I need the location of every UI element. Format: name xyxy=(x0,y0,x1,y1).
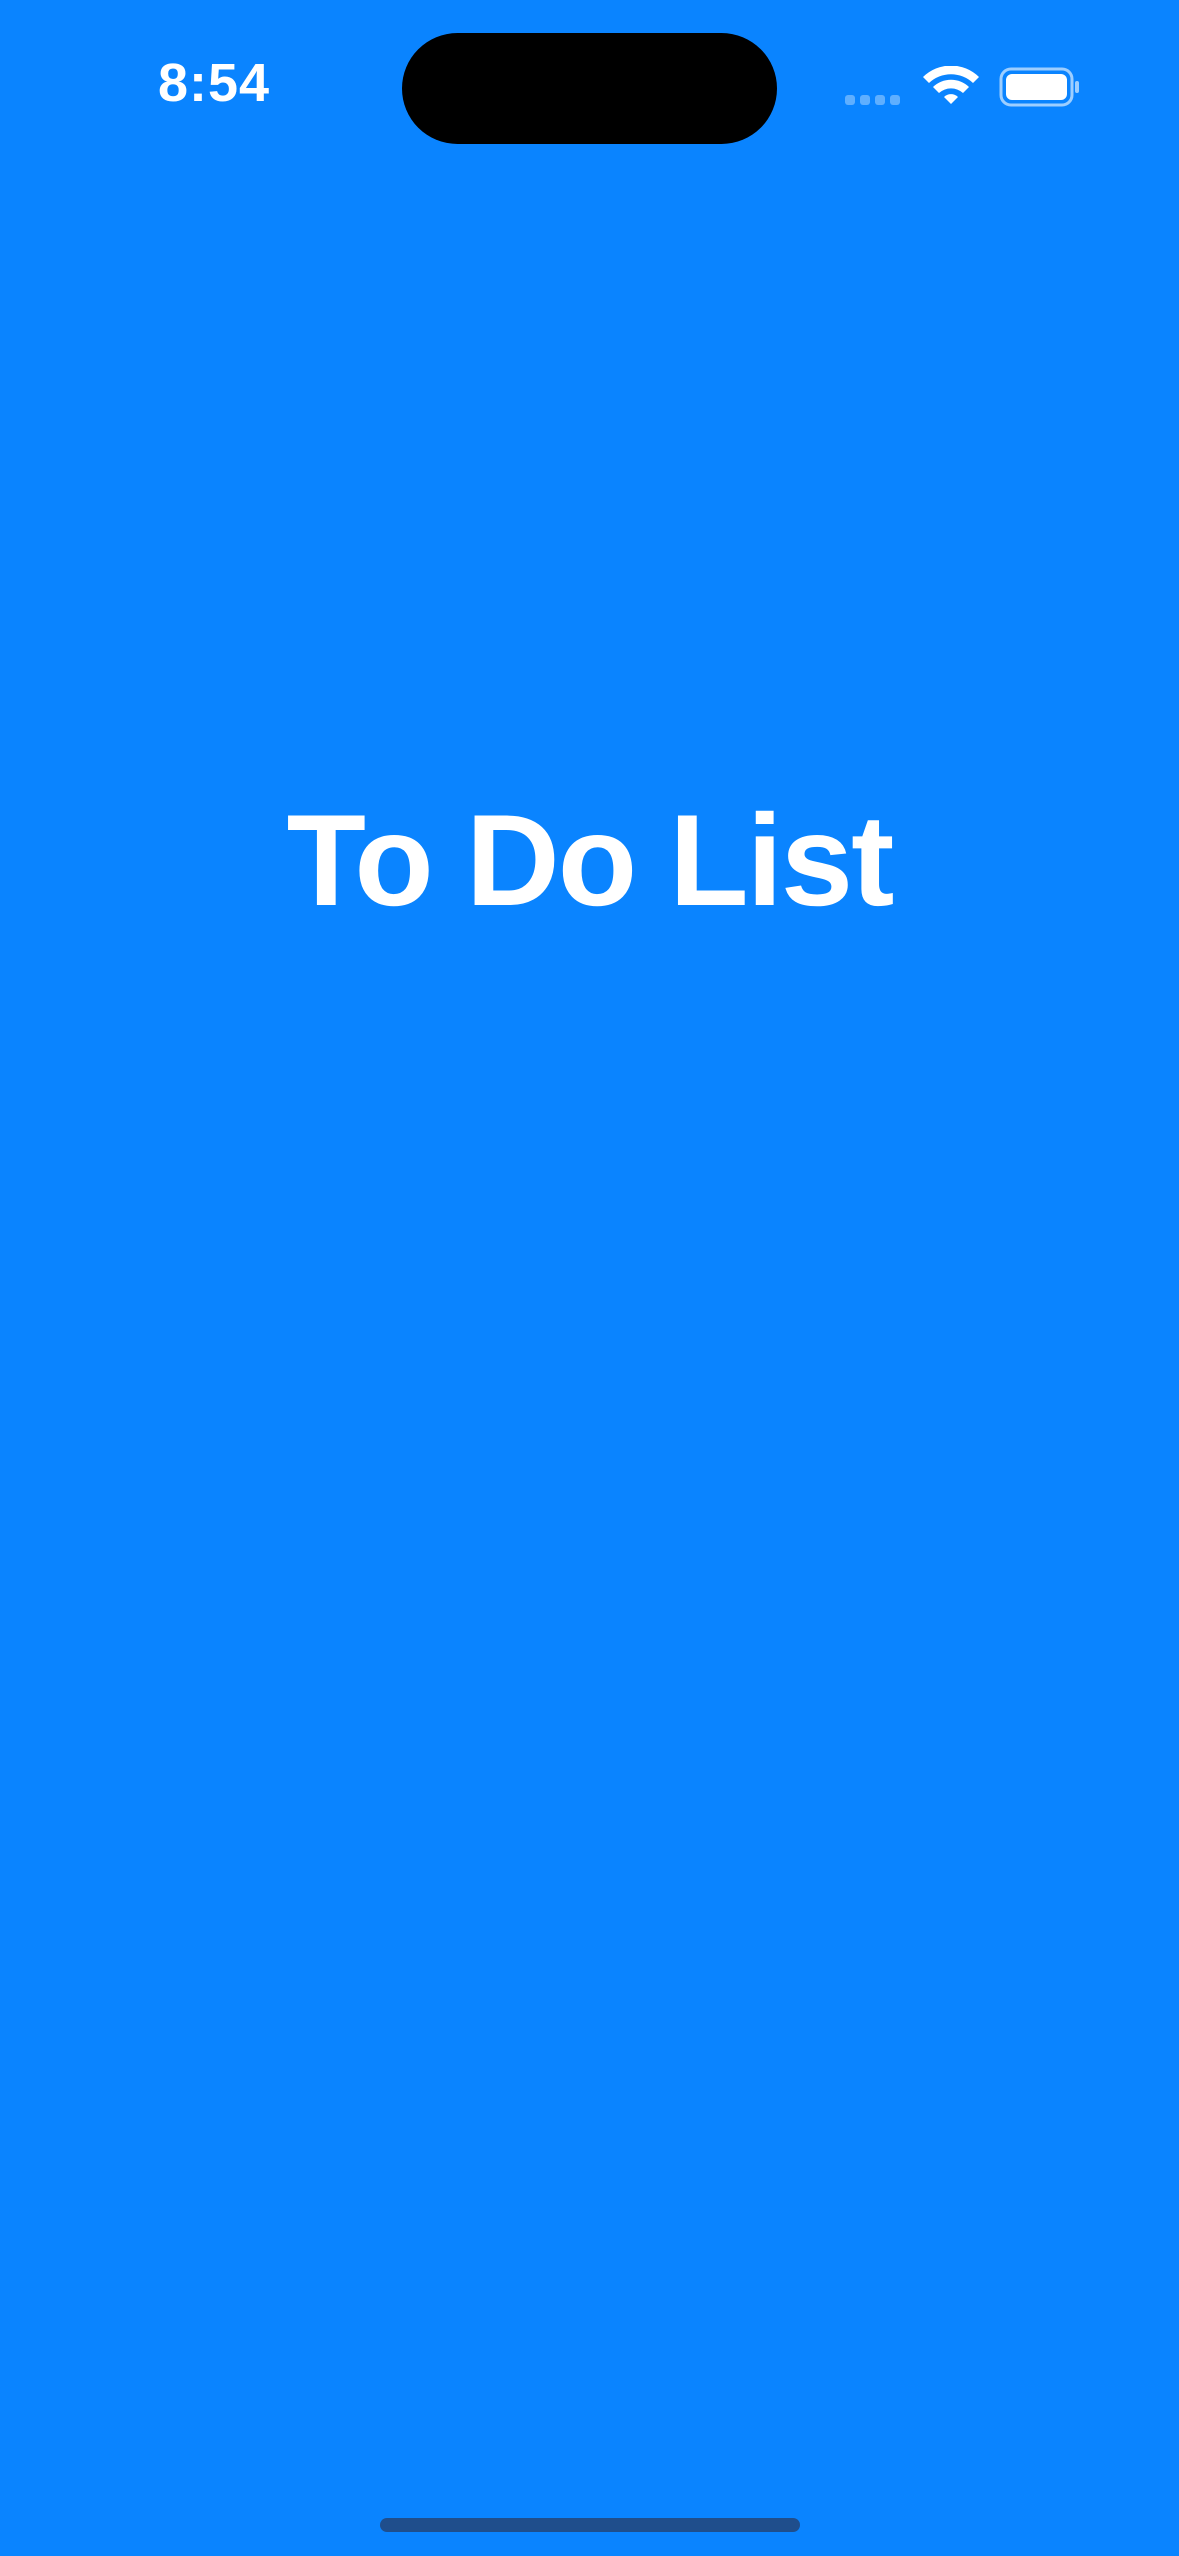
battery-icon xyxy=(999,67,1079,107)
cellular-signal-icon xyxy=(845,95,905,107)
signal-bar xyxy=(845,95,855,105)
dynamic-island xyxy=(402,33,777,144)
wifi-icon xyxy=(923,66,979,104)
status-time: 8:54 xyxy=(158,53,271,113)
signal-bar xyxy=(890,95,900,105)
signal-bar xyxy=(860,95,870,105)
screen: 8:54 To Do List xyxy=(0,0,1179,2556)
page-title: To Do List xyxy=(286,787,895,933)
status-bar: 8:54 xyxy=(0,0,1179,175)
home-indicator[interactable] xyxy=(380,2518,800,2532)
signal-bar xyxy=(875,95,885,105)
